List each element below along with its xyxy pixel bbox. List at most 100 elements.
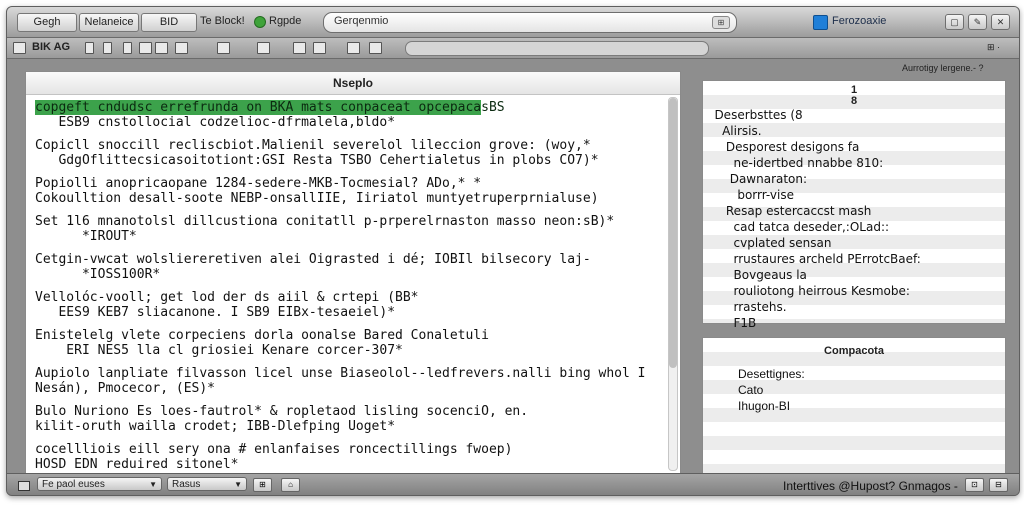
code-area[interactable]: copgeft cndudsc errefrunda on BKA mats c… [35,100,667,474]
property-item: Ihugon-BI [738,399,791,413]
mode-dropdown[interactable]: Rasus ▼ [167,477,247,491]
code-line[interactable]: Set 1l6 mnanotolsl dillcustiona conitatl… [35,214,667,229]
editor-pane[interactable]: Nseplo copgeft cndudsc errefrunda on BKA… [25,71,681,475]
close-button[interactable]: ✕ [991,14,1010,30]
property-item: Desettignes: [738,367,805,381]
status-bar: Fe paol euses ▼ Rasus ▼ ⊞ ⌂ Interttives … [7,473,1019,495]
toolbar-label: BIK AG [32,41,71,53]
document-icon[interactable] [217,42,230,54]
maximize-button[interactable]: ▢ [945,14,964,30]
edit-button[interactable]: ✎ [968,14,987,30]
panel-icon[interactable] [347,42,360,54]
outline-item[interactable]: rouliotong heirrous Kesmobe: [703,283,1003,299]
outline-item[interactable]: rrustaures archeld PErrotcBaef: [703,251,1003,267]
title-bar: Gegh Nelaneice BID Te Block! Rgpde Gerqe… [7,7,1019,38]
folder-icon[interactable] [13,42,26,54]
list-icon[interactable] [103,42,112,54]
status-button-1[interactable]: ⊞ [253,478,272,492]
code-line[interactable]: Aupiolo lanpliate filvasson licel unse B… [35,366,667,381]
app-window: Gegh Nelaneice BID Te Block! Rgpde Gerqe… [6,6,1020,496]
outline-item[interactable]: Resap estercaccst mash [703,203,1003,219]
code-line[interactable]: Nesán), Pmocecor, (ES)* [35,381,667,396]
outline-item[interactable]: Alirsis. [703,123,1003,139]
properties-list: Desettignes: Cato Ihugon-BI [738,366,805,414]
arrow-down-icon[interactable] [85,42,94,54]
dropdown-icon[interactable] [123,42,132,54]
code-line[interactable]: ERI NES5 lla cl griosiei Kenare corcer-3… [35,343,667,358]
grid-icon[interactable]: ⊞ [712,16,730,29]
status-button-4[interactable]: ⊟ [989,478,1008,492]
copy-icon[interactable] [139,42,152,54]
paste-icon[interactable] [155,42,168,54]
blank-line[interactable] [35,396,667,404]
blank-line[interactable] [35,434,667,442]
blank-line[interactable] [35,282,667,290]
layout-icon[interactable] [313,42,326,54]
encoding-dropdown-label: Fe paol euses [42,479,105,490]
code-line[interactable]: cocellliois eill sery ona # enlanfaises … [35,442,667,457]
app-title: Ferozoaxie [832,15,887,27]
vertical-scrollbar[interactable] [668,97,678,471]
status-button-3[interactable]: ⊡ [965,478,984,492]
green-leaf-icon [254,16,266,28]
image-icon[interactable] [293,42,306,54]
outline-item[interactable]: rrastehs. [703,299,1003,315]
outline-item[interactable]: ne-idertbed nnabbe 810: [703,155,1003,171]
outline-tree: Deserbsttes (8 Alirsis. Desporest desigo… [703,107,1003,331]
outline-item[interactable]: cad tatca deseder,:OLad:: [703,219,1003,235]
tab-2[interactable]: Nelaneice [79,13,139,32]
tab-4-label[interactable]: Te Block! [200,15,245,27]
chevron-down-icon: ▼ [149,480,157,489]
code-line[interactable]: *IROUT* [35,229,667,244]
code-line[interactable]: EES9 KEB7 sliacanone. I SB9 EIBx-tesaeie… [35,305,667,320]
code-line[interactable]: *IOSS100R* [35,267,667,282]
outline-item[interactable]: cvplated sensan [703,235,1003,251]
outline-panel: 1 8 Deserbsttes (8 Alirsis. Desporest de… [702,80,1006,330]
app-badge-icon [813,15,828,30]
encoding-dropdown[interactable]: Fe paol euses ▼ [37,477,162,491]
properties-panel: Compacota Desettignes: Cato Ihugon-BI [702,337,1006,474]
mode-dropdown-label: Rasus [172,479,201,490]
blank-line[interactable] [35,130,667,138]
code-line[interactable]: Copicll snoccill recliscbiot.Malienil se… [35,138,667,153]
code-line[interactable]: ESB9 cnstollocial codzelioc-dfrmalela,bl… [35,115,667,130]
blank-line[interactable] [35,206,667,214]
code-line[interactable]: Enistelelg vlete corpeciens dorla oonals… [35,328,667,343]
status-text: Interttives @Hupost? Gnmagos - [783,479,958,493]
code-line[interactable]: HOSD EDN reduired sitonel* [35,457,667,472]
save-icon[interactable] [175,42,188,54]
blank-line[interactable] [35,168,667,176]
outline-item[interactable]: Deserbsttes (8 [703,107,1003,123]
toolbar-field[interactable] [405,41,709,56]
tab-3[interactable]: BID [141,13,197,32]
address-text: Gerqenmio [334,15,389,27]
scrollbar-thumb[interactable] [669,98,677,368]
window-icon[interactable] [257,42,270,54]
blank-line[interactable] [35,358,667,366]
property-item: Cato [738,383,764,397]
code-line[interactable]: kilit-oruth wailla crodet; IBB-Dlefping … [35,419,667,434]
outline-item[interactable]: Dawnaraton: [703,171,1003,187]
address-field[interactable]: Gerqenmio ⊞ [323,12,737,33]
page-icon[interactable] [18,481,30,491]
code-line[interactable]: Cokoulltion desall-soote NEBP-onsallIIE,… [35,191,667,206]
outline-item[interactable]: Desporest desigons fa [703,139,1003,155]
frame-icon[interactable] [369,42,382,54]
properties-title: Compacota [824,345,884,357]
chevron-down-icon: ▼ [234,480,242,489]
code-line[interactable]: Vellolóc-vooll; get lod der ds aiil & cr… [35,290,667,305]
code-line[interactable]: Popiolli anopricaopane 1284-sedere-MKB-T… [35,176,667,191]
outline-item[interactable]: borrr-vise [703,187,1003,203]
editor-title: Nseplo [26,72,680,95]
code-line[interactable]: GdgOflittecsicasoitotiont:GSI Resta TSBO… [35,153,667,168]
code-line[interactable]: Bulo Nuriono Es loes-fautrol* & ropletao… [35,404,667,419]
tab-1[interactable]: Gegh [17,13,77,32]
code-line[interactable]: Cetgin-vwcat wolsliereretiven alei Oigra… [35,252,667,267]
blank-line[interactable] [35,244,667,252]
highlighted-code-line[interactable]: copgeft cndudsc errefrunda on BKA mats c… [35,100,505,115]
blank-line[interactable] [35,320,667,328]
outline-item[interactable]: F1B [703,315,1003,331]
tab-5-label[interactable]: Rgpde [269,15,301,27]
status-button-2[interactable]: ⌂ [281,478,300,492]
outline-item[interactable]: Bovgeaus la [703,267,1003,283]
